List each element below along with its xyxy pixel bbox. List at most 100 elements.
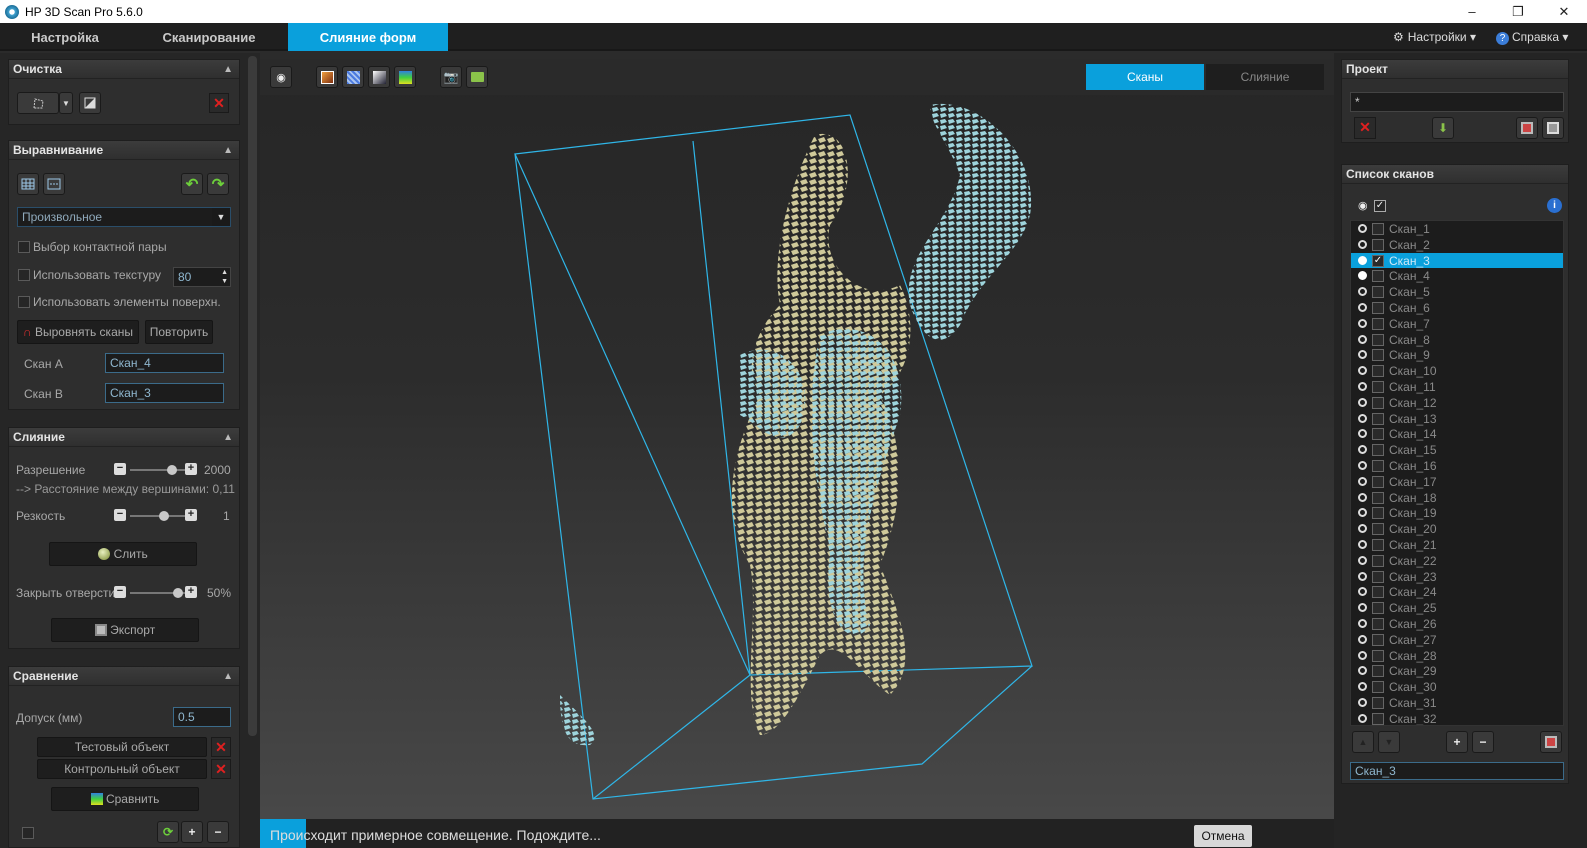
scan-list[interactable]: Скан_1 Скан_2 ✓ Скан_3 Скан_4 Скан_5 Скан_6 Ска… — [1350, 220, 1564, 726]
scan-list-row[interactable]: Скан_11 — [1351, 379, 1563, 395]
scan-list-row[interactable]: Скан_13 — [1351, 411, 1563, 427]
test-object-button[interactable]: Тестовый объект — [37, 737, 207, 757]
scan-checkbox[interactable] — [1372, 554, 1384, 567]
scan-b-field[interactable]: Скан_3 — [105, 383, 224, 403]
maximize-button[interactable]: ❐ — [1495, 0, 1541, 23]
add-scan-icon[interactable]: + — [1446, 731, 1468, 753]
eye-closed-icon[interactable] — [1358, 713, 1367, 723]
tab-scans[interactable]: Сканы — [1086, 64, 1204, 90]
scan-checkbox[interactable] — [1372, 649, 1384, 662]
alignment-mode-select[interactable]: Произвольное ▼ — [17, 207, 231, 227]
tab-merge[interactable]: Слияние — [1206, 64, 1324, 90]
eye-closed-icon[interactable] — [1358, 571, 1367, 581]
resolution-slider-handle[interactable] — [167, 465, 177, 475]
eye-closed-icon[interactable] — [1358, 382, 1367, 391]
scan-checkbox[interactable] — [1372, 570, 1384, 583]
scan-checkbox[interactable] — [1372, 586, 1384, 599]
scan-list-row[interactable]: Скан_2 — [1351, 237, 1563, 253]
eye-closed-icon[interactable] — [1358, 619, 1367, 628]
current-scan-field[interactable]: Скан_3 — [1350, 762, 1564, 780]
remove-control-object-icon[interactable]: ✕ — [211, 759, 231, 779]
scan-checkbox[interactable] — [1372, 633, 1384, 646]
scan-checkbox[interactable] — [1372, 223, 1384, 235]
use-surface-checkbox[interactable] — [18, 296, 30, 308]
scan-list-row[interactable]: Скан_16 — [1351, 458, 1563, 474]
save-scan-icon[interactable] — [1540, 731, 1562, 753]
scan-checkbox[interactable] — [1372, 507, 1384, 520]
scan-checkbox[interactable] — [1372, 539, 1384, 551]
scan-checkbox[interactable] — [1372, 681, 1384, 694]
sharpness-slider-handle[interactable] — [158, 511, 169, 521]
eye-closed-icon[interactable] — [1358, 650, 1367, 660]
eye-closed-icon[interactable] — [1358, 287, 1367, 297]
help-menu[interactable]: ? Справка ▾ — [1496, 23, 1568, 51]
eye-closed-icon[interactable] — [1358, 445, 1367, 455]
scan-list-row[interactable]: Скан_1 — [1351, 221, 1563, 237]
scan-checkbox[interactable] — [1372, 712, 1384, 725]
invert-selection-icon[interactable] — [79, 92, 101, 114]
cancel-button[interactable]: Отмена — [1194, 825, 1252, 847]
redo-icon[interactable]: ↷ — [207, 173, 229, 195]
eye-closed-icon[interactable] — [1358, 587, 1367, 597]
scan-list-row[interactable]: Скан_4 — [1351, 268, 1563, 284]
resolution-slider[interactable] — [130, 465, 186, 475]
scan-list-row[interactable]: Скан_24 — [1351, 584, 1563, 600]
tab-merge-forms[interactable]: Слияние форм — [288, 23, 448, 51]
align-scans-button[interactable]: ∩ Выровнять сканы — [17, 320, 139, 344]
eye-closed-icon[interactable] — [1358, 366, 1367, 376]
close-holes-slider[interactable] — [130, 588, 186, 598]
scan-checkbox[interactable] — [1372, 333, 1384, 346]
scan-list-row[interactable]: Скан_31 — [1351, 695, 1563, 711]
plus-icon[interactable]: + — [185, 586, 197, 598]
scan-list-row[interactable]: Скан_10 — [1351, 363, 1563, 379]
deviation-map-icon[interactable] — [394, 66, 416, 88]
scan-list-row[interactable]: Скан_6 — [1351, 300, 1563, 316]
save-as-icon[interactable] — [1516, 117, 1538, 139]
scan-a-field[interactable]: Скан_4 — [105, 353, 224, 373]
scan-checkbox[interactable] — [1372, 286, 1384, 299]
eye-closed-icon[interactable] — [1358, 334, 1367, 344]
scan-list-row[interactable]: Скан_8 — [1351, 332, 1563, 348]
scan-checkbox[interactable] — [1372, 697, 1384, 709]
scan-list-row[interactable]: Скан_20 — [1351, 521, 1563, 537]
eye-closed-icon[interactable] — [1358, 555, 1367, 565]
scan-list-row[interactable]: Скан_5 — [1351, 284, 1563, 300]
folder-icon[interactable] — [466, 66, 488, 88]
scan-checkbox[interactable] — [1372, 618, 1384, 630]
eye-icon[interactable]: ◉ — [270, 66, 292, 88]
scan-checkbox[interactable] — [1372, 349, 1384, 362]
scan-list-row[interactable]: Скан_9 — [1351, 347, 1563, 363]
settings-menu[interactable]: ⚙ Настройки ▾ — [1393, 23, 1476, 51]
scan-checkbox[interactable] — [1372, 523, 1384, 536]
add-icon[interactable]: + — [181, 821, 203, 843]
info-icon[interactable]: i — [1547, 198, 1562, 213]
tab-setup[interactable]: Настройка — [0, 23, 130, 51]
scan-checkbox[interactable] — [1372, 665, 1384, 678]
eye-closed-icon[interactable] — [1358, 397, 1367, 407]
collapse-icon[interactable]: ▲ — [223, 667, 233, 686]
list-view-icon[interactable] — [43, 173, 65, 195]
scan-list-row[interactable]: Скан_18 — [1351, 490, 1563, 506]
scan-checkbox[interactable] — [1372, 491, 1384, 504]
scan-list-row[interactable]: Скан_27 — [1351, 632, 1563, 648]
scan-checkbox[interactable]: ✓ — [1372, 254, 1384, 267]
grid-view-icon[interactable] — [17, 173, 39, 195]
tolerance-field[interactable]: 0.5 — [173, 707, 231, 727]
scan-render[interactable] — [260, 95, 1334, 825]
scan-checkbox[interactable] — [1372, 396, 1384, 409]
scan-list-row[interactable]: Скан_7 — [1351, 316, 1563, 332]
chevron-down-icon[interactable]: ▼ — [59, 92, 73, 114]
scan-list-row[interactable]: Скан_17 — [1351, 474, 1563, 490]
eye-closed-icon[interactable] — [1358, 698, 1367, 707]
scan-list-row[interactable]: Скан_32 — [1351, 711, 1563, 725]
export-button[interactable]: Экспорт — [51, 618, 199, 642]
repeat-button[interactable]: Повторить — [145, 320, 213, 344]
scan-checkbox[interactable] — [1372, 602, 1384, 615]
eye-closed-icon[interactable] — [1358, 413, 1367, 423]
delete-selection-icon[interactable]: ✕ — [209, 93, 229, 113]
close-button[interactable]: ✕ — [1541, 0, 1587, 23]
eye-open-icon[interactable] — [1358, 255, 1367, 265]
scan-list-row[interactable]: Скан_14 — [1351, 426, 1563, 442]
minus-icon[interactable]: − — [114, 586, 126, 598]
scan-checkbox[interactable] — [1372, 381, 1384, 393]
